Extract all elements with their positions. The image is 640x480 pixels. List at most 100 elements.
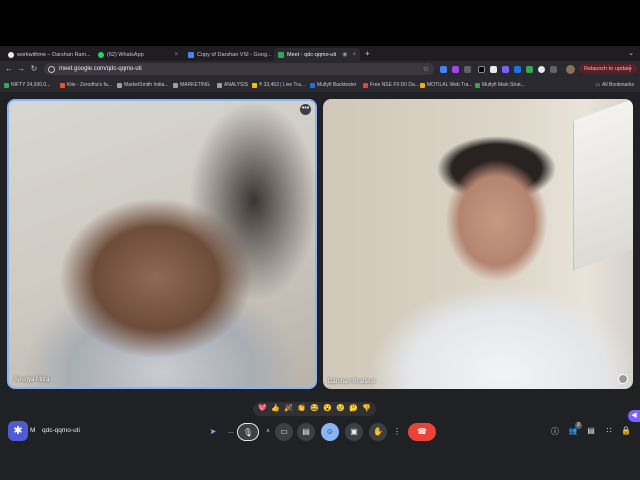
close-icon[interactable]: × (352, 52, 356, 58)
extension-icon[interactable] (478, 66, 485, 73)
extension-icon[interactable] (464, 66, 471, 73)
all-bookmarks-label: All Bookmarks (602, 82, 634, 88)
captions-button[interactable]: ▤ (297, 423, 315, 441)
meeting-info-icon[interactable]: ⓘ (549, 426, 561, 437)
mic-options-button[interactable]: … (226, 423, 236, 441)
bookmark-folder[interactable]: MARKETING (173, 82, 210, 88)
tile-options-button[interactable]: ••• (300, 104, 311, 115)
more-options-button[interactable]: ⋮ (391, 423, 403, 441)
tab-workwithme[interactable]: workwithme – Darshan Ram... × (4, 48, 92, 61)
extension-icon[interactable] (452, 66, 459, 73)
camera-button[interactable]: ▭ (275, 423, 293, 441)
chrome-menu-icon[interactable]: ⋮ (626, 64, 634, 73)
all-bookmarks-button[interactable]: ▭ All Bookmarks (595, 82, 634, 88)
bookmark-label: ₹ 33,463 | Live Tra... (259, 82, 305, 88)
participant-name: Anugya Mitra (14, 377, 50, 383)
url-text: meet.google.com/qdc-qqmo-uti (59, 66, 142, 72)
reaction-sad-button[interactable]: 😢 (335, 404, 346, 414)
bookmark-icon (4, 82, 9, 88)
reaction-thinking-button[interactable]: 🤔 (348, 404, 359, 414)
puzzle-icon[interactable] (550, 66, 557, 73)
new-tab-button[interactable]: + (365, 49, 370, 58)
bookmark-label: Multyfi Main Strat... (482, 82, 525, 88)
screen: workwithme – Darshan Ram... × (62) Whats… (0, 0, 640, 480)
bookmark-label: MOTILAL Web Tra... (427, 82, 473, 88)
emoji-button[interactable]: ☺ (321, 423, 339, 441)
bookmark-item[interactable]: ₹ 33,463 | Live Tra... (252, 82, 305, 88)
present-button[interactable]: ▣ (345, 423, 363, 441)
docs-icon (188, 51, 194, 58)
tab-label: (62) WhatsApp (107, 51, 144, 58)
meet-stage: Anugya Mitra ••• Darshan Bhatiwal 💖 👍 🎉 … (0, 92, 640, 480)
extension-icon[interactable] (538, 66, 545, 73)
reaction-party-button[interactable]: 🎉 (283, 404, 294, 414)
bookmark-item[interactable]: MOTILAL Web Tra... (420, 82, 473, 88)
profile-avatar[interactable] (566, 65, 575, 74)
back-icon[interactable]: ← (4, 64, 14, 73)
end-call-button[interactable]: ☎ (408, 423, 436, 441)
bookmark-label: Multyfi Backtester (317, 82, 357, 88)
participant-count-badge: 2 (575, 422, 582, 429)
meeting-code: qdc-qqmo-uti (42, 427, 80, 434)
close-icon[interactable]: × (174, 52, 178, 58)
extension-icon[interactable] (440, 66, 447, 73)
reaction-surprised-button[interactable]: 😮 (322, 404, 333, 414)
bookmark-icon (60, 82, 65, 88)
bookmark-folder[interactable]: ANALYSIS (217, 82, 248, 88)
site-info-icon[interactable] (48, 65, 55, 73)
mic-button[interactable]: 🎙 (237, 423, 259, 441)
participant-tile[interactable]: Darshan Bhatiwal (323, 99, 633, 389)
extension-icon[interactable] (514, 66, 521, 73)
reaction-laugh-button[interactable]: 😂 (309, 404, 320, 414)
reaction-heart-button[interactable]: 💖 (257, 404, 268, 414)
chat-icon[interactable]: ▤ (585, 426, 597, 435)
extension-icon[interactable] (490, 66, 497, 73)
nav-bar: ← → ↻ meet.google.com/qdc-qqmo-uti ☆ Rel… (0, 61, 640, 77)
bookmark-label: Kite - Zerodha's fa... (67, 82, 112, 88)
side-panel-toggle-icon[interactable]: ◀ (628, 410, 640, 422)
extension-icon[interactable] (526, 66, 533, 73)
bookmark-item[interactable]: MarketSmith India... (117, 82, 168, 88)
forward-icon[interactable]: → (16, 64, 26, 73)
tab-search-icon[interactable]: ⌄ (628, 49, 634, 57)
reaction-thumbs-up-button[interactable]: 👍 (270, 404, 281, 414)
speaker-icon[interactable]: ◉ (342, 51, 347, 58)
bookmark-item[interactable]: Multyfi Backtester (310, 82, 356, 88)
bookmark-icon (420, 82, 425, 88)
folder-icon: ▭ (595, 82, 601, 88)
meet-icon (278, 51, 284, 58)
bookmark-item[interactable]: Kite - Zerodha's fa... (60, 82, 112, 88)
speaking-indicator-icon (618, 374, 628, 384)
bookmark-label: Free NSE FII DII Da... (370, 82, 419, 88)
bookmark-item[interactable]: Multyfi Main Strat... (475, 82, 525, 88)
background-ac-unit (573, 99, 633, 271)
effects-button[interactable]: ✱ (8, 421, 28, 441)
bookmark-star-icon[interactable]: ☆ (423, 65, 429, 73)
bookmark-label: ANALYSIS (224, 82, 249, 88)
raise-hand-button[interactable]: ✋ (369, 423, 387, 441)
bookmark-item[interactable]: Free NSE FII DII Da... (363, 82, 419, 88)
bookmarks-bar: NIFTY 24,930.0... Kite - Zerodha's fa...… (0, 78, 640, 92)
address-bar[interactable]: meet.google.com/qdc-qqmo-uti ☆ (44, 63, 434, 75)
activities-icon[interactable]: ∷ (603, 426, 615, 435)
bookmark-label: MARKETING (180, 82, 210, 88)
extension-icon[interactable] (502, 66, 509, 73)
browser-chrome: workwithme – Darshan Ram... × (62) Whats… (0, 46, 640, 92)
tab-docs[interactable]: Copy of Darshan VSI - Goog... × (184, 48, 272, 61)
tab-meet[interactable]: Meet - qdc-qqmo-uti ◉ × (274, 48, 360, 61)
meeting-time: M (30, 427, 36, 434)
people-button[interactable]: 👥 2 (567, 422, 582, 435)
bookmark-item[interactable]: NIFTY 24,930.0... (4, 82, 50, 88)
reactions-bar: 💖 👍 🎉 👏 😂 😮 😢 🤔 👎 (253, 402, 376, 416)
whatsapp-icon (98, 51, 104, 58)
camera-options-button[interactable]: ˄ (263, 423, 273, 441)
bookmark-icon (310, 82, 315, 88)
reload-icon[interactable]: ↻ (29, 64, 39, 73)
reaction-clap-button[interactable]: 👏 (296, 404, 307, 414)
meet-control-bar: ✱ M qdc-qqmo-uti ➤ … 🎙 ˄ ▭ ▤ ☺ ▣ ✋ ⋮ ☎ ⓘ… (0, 418, 640, 444)
participant-tile[interactable]: Anugya Mitra ••• (7, 99, 317, 389)
host-controls-icon[interactable]: 🔒 (620, 426, 632, 435)
share-icon[interactable]: ➤ (204, 423, 222, 441)
tab-whatsapp[interactable]: (62) WhatsApp × (94, 48, 182, 61)
reaction-thumbs-down-button[interactable]: 👎 (361, 404, 372, 414)
